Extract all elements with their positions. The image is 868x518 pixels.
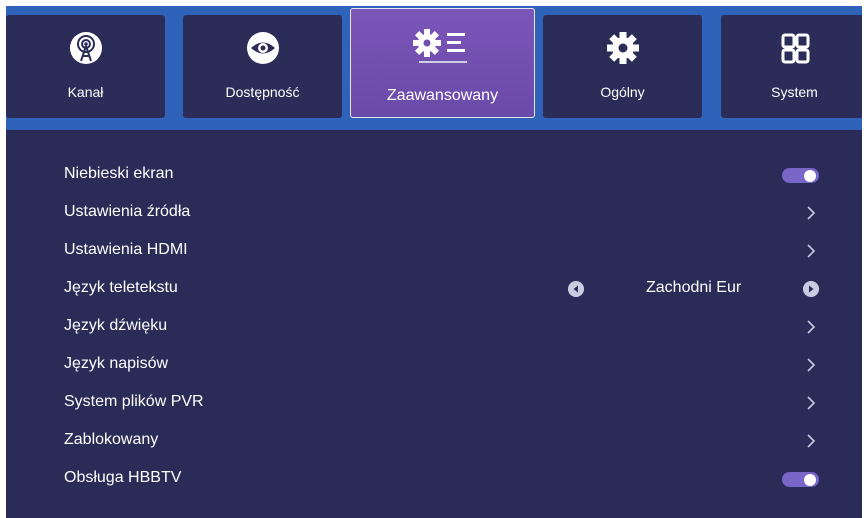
hbbtv-toggle[interactable] xyxy=(782,472,819,487)
toggle-knob xyxy=(804,473,816,486)
setting-subtitle-language[interactable]: Język napisów xyxy=(6,346,862,384)
advanced-settings-icon xyxy=(351,27,534,61)
setting-source[interactable]: Ustawienia źródła xyxy=(6,194,862,232)
chevron-right-icon xyxy=(807,206,816,220)
chevron-right-icon xyxy=(807,434,816,448)
setting-audio-language[interactable]: Język dźwięku xyxy=(6,308,862,346)
setting-label: System plików PVR xyxy=(64,393,204,410)
setting-hbbtv[interactable]: Obsługa HBBTV xyxy=(6,460,862,498)
setting-teletext-language[interactable]: Język teletekstu Zachodni Eur xyxy=(6,270,862,308)
tab-label: Zaawansowany xyxy=(386,87,499,104)
tab-underline xyxy=(419,61,467,63)
gear-icon xyxy=(543,31,702,65)
tab-general[interactable]: Ogólny xyxy=(543,15,702,118)
teletext-language-value: Zachodni Eur xyxy=(646,279,742,296)
tab-accessibility[interactable]: Dostępność xyxy=(183,15,342,118)
tab-label: Ogólny xyxy=(600,84,645,100)
chevron-right-icon xyxy=(807,320,816,334)
tab-label: System xyxy=(771,84,818,100)
arrow-right-icon[interactable] xyxy=(803,281,819,297)
setting-label: Zablokowany xyxy=(64,431,159,448)
toggle-knob xyxy=(804,169,816,182)
setting-label: Język napisów xyxy=(64,355,169,372)
settings-screen: Kanał Dostępność Zaawansowany Ogólny Sys… xyxy=(6,6,862,518)
tab-channel[interactable]: Kanał xyxy=(6,15,165,118)
setting-label: Niebieski ekran xyxy=(64,165,174,182)
tab-system[interactable]: System xyxy=(721,15,862,118)
setting-label: Język dźwięku xyxy=(64,317,168,334)
chevron-right-icon xyxy=(807,396,816,410)
setting-label: Ustawienia źródła xyxy=(64,203,191,220)
setting-label: Język teletekstu xyxy=(64,279,178,296)
chevron-right-icon xyxy=(807,244,816,258)
setting-locked[interactable]: Zablokowany xyxy=(6,422,862,460)
antenna-icon xyxy=(6,31,165,65)
blue-screen-toggle[interactable] xyxy=(782,168,819,183)
setting-hdmi[interactable]: Ustawienia HDMI xyxy=(6,232,862,270)
chevron-right-icon xyxy=(807,358,816,372)
system-grid-icon xyxy=(721,31,862,65)
arrow-left-icon[interactable] xyxy=(568,281,584,297)
setting-label: Ustawienia HDMI xyxy=(64,241,188,258)
tab-label: Kanał xyxy=(67,84,104,100)
eye-icon xyxy=(183,31,342,65)
category-tab-bar: Kanał Dostępność Zaawansowany Ogólny Sys… xyxy=(6,6,862,130)
setting-label: Obsługa HBBTV xyxy=(64,469,182,486)
setting-pvr-file-system[interactable]: System plików PVR xyxy=(6,384,862,422)
tab-label: Dostępność xyxy=(225,84,300,100)
setting-blue-screen[interactable]: Niebieski ekran xyxy=(6,156,862,194)
tab-advanced[interactable]: Zaawansowany xyxy=(350,8,535,118)
